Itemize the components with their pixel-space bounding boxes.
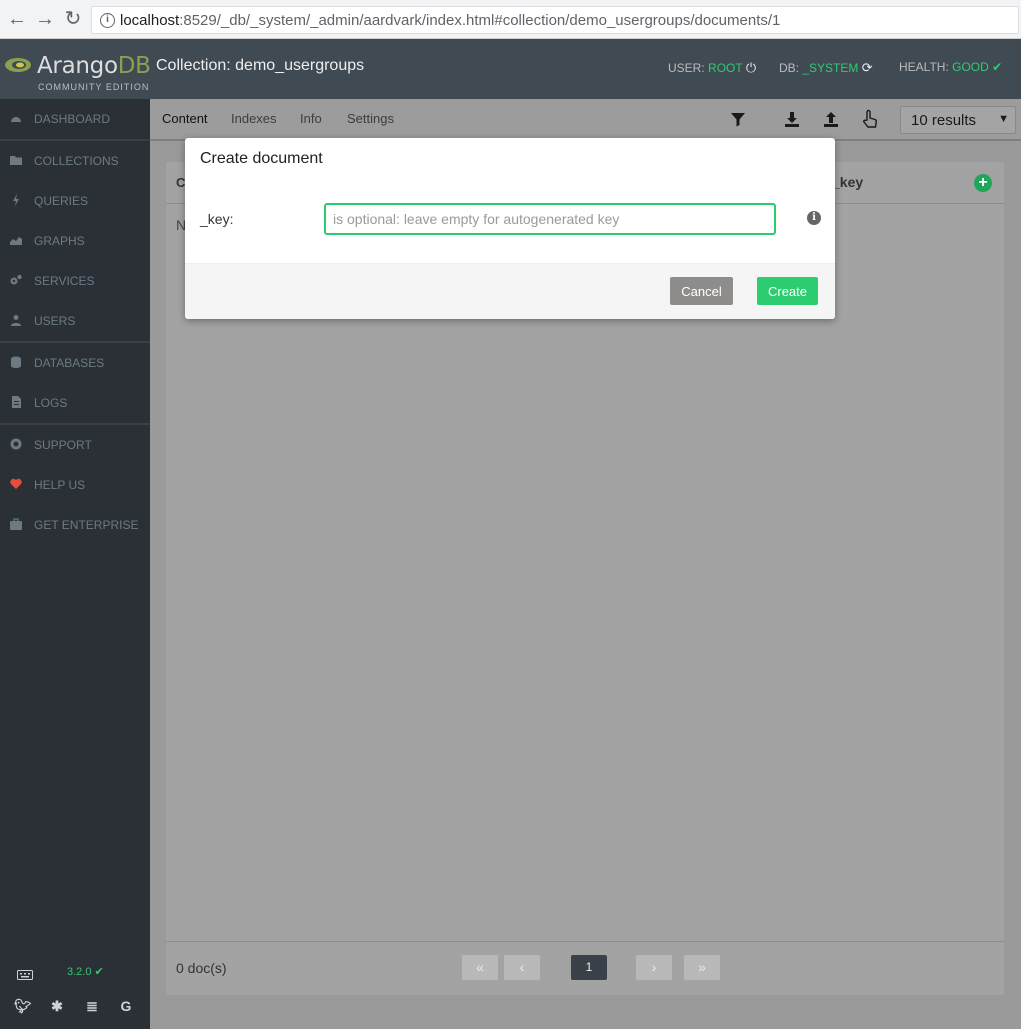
refresh-icon[interactable]: ⟳ (862, 60, 873, 75)
app-header: ArangoDB COMMUNITY EDITION Collection: d… (0, 39, 1021, 99)
cancel-button[interactable]: Cancel (670, 277, 733, 305)
key-label: _key: (200, 211, 234, 227)
address-bar[interactable]: i localhost:8529/_db/_system/_admin/aard… (91, 6, 1019, 34)
google-groups-icon[interactable]: G (118, 998, 134, 1014)
dashboard-icon (11, 117, 21, 122)
power-icon[interactable]: ⏻ (746, 60, 756, 75)
lifebuoy-icon (10, 438, 22, 450)
bolt-icon (13, 194, 19, 206)
check-circle-icon: ✔ (992, 60, 1003, 74)
sidebar-item-dashboard[interactable]: DASHBOARD (0, 99, 150, 139)
modal-title: Create document (200, 150, 323, 167)
health-status: HEALTH: GOOD ✔ (899, 60, 1003, 74)
sidebar: DASHBOARD COLLECTIONS QUERIES GRAPHS SER… (0, 99, 150, 1029)
hand-pointer-icon[interactable] (859, 108, 881, 130)
results-per-page-select[interactable]: 10 results ▼ (900, 106, 1016, 134)
cogs-icon (10, 274, 22, 285)
sidebar-item-help-us[interactable]: HELP US (0, 465, 150, 505)
tab-content[interactable]: Content (162, 111, 208, 126)
prev-page-button[interactable]: ‹ (504, 955, 540, 980)
twitter-icon[interactable]: 🐦︎ (14, 998, 32, 1014)
last-page-button[interactable]: » (684, 955, 720, 980)
logo-text: ArangoDB (37, 53, 151, 79)
key-input[interactable] (324, 203, 776, 235)
version-badge: 3.2.0 ✔ (67, 966, 104, 978)
collection-subnav: Content Indexes Info Settings 10 results… (150, 99, 1021, 141)
filter-icon[interactable] (727, 108, 749, 130)
database-icon (11, 356, 21, 368)
column-header: C (176, 175, 186, 190)
avocado-icon (5, 58, 31, 72)
logo-subtitle: COMMUNITY EDITION (38, 82, 150, 92)
check-circle-icon: ✔ (94, 966, 104, 978)
create-document-modal: Create document _key: i Cancel Create (185, 138, 835, 319)
next-page-button[interactable]: › (636, 955, 672, 980)
sidebar-item-queries[interactable]: QUERIES (0, 181, 150, 221)
db-status[interactable]: DB: _SYSTEM ⟳ (779, 60, 873, 76)
user-status[interactable]: USER: ROOT ⏻ (668, 60, 756, 76)
sidebar-item-services[interactable]: SERVICES (0, 261, 150, 301)
forward-arrow-icon[interactable]: → (34, 8, 56, 30)
tab-indexes[interactable]: Indexes (231, 111, 277, 126)
sidebar-item-support[interactable]: SUPPORT (0, 425, 150, 465)
keyboard-icon[interactable] (17, 969, 33, 981)
caret-down-icon: ▼ (998, 113, 1009, 125)
back-arrow-icon[interactable]: ← (6, 8, 28, 30)
heart-icon (10, 478, 22, 489)
sidebar-item-logs[interactable]: LOGS (0, 383, 150, 423)
briefcase-icon (10, 518, 22, 530)
site-info-icon[interactable]: i (100, 13, 115, 28)
tab-info[interactable]: Info (300, 111, 322, 126)
folder-icon (10, 156, 22, 165)
download-icon[interactable] (781, 108, 803, 130)
sidebar-item-get-enterprise[interactable]: GET ENTERPRISE (0, 505, 150, 545)
add-document-icon[interactable]: + (974, 174, 992, 192)
reload-icon[interactable]: ↻ (62, 8, 84, 30)
users-icon (11, 315, 21, 326)
sidebar-item-databases[interactable]: DATABASES (0, 343, 150, 383)
slack-icon[interactable]: ✱ (49, 998, 65, 1014)
doc-count: 0 doc(s) (176, 960, 227, 976)
table-footer: 0 doc(s) « ‹ 1 › » (166, 941, 1004, 995)
stackoverflow-icon[interactable]: ≣ (84, 998, 100, 1014)
upload-icon[interactable] (820, 108, 842, 130)
page-title: Collection: demo_usergroups (156, 57, 365, 74)
current-page-button[interactable]: 1 (571, 955, 607, 980)
sidebar-item-collections[interactable]: COLLECTIONS (0, 141, 150, 181)
create-button[interactable]: Create (757, 277, 818, 305)
file-icon (12, 396, 21, 408)
modal-footer: Cancel Create (185, 263, 835, 319)
info-icon[interactable]: i (807, 211, 821, 225)
area-chart-icon (10, 237, 22, 245)
first-page-button[interactable]: « (462, 955, 498, 980)
sidebar-item-graphs[interactable]: GRAPHS (0, 221, 150, 261)
column-header-key: _key (832, 174, 864, 190)
url-text[interactable]: localhost:8529/_db/_system/_admin/aardva… (120, 12, 780, 29)
sidebar-item-users[interactable]: USERS (0, 301, 150, 341)
browser-toolbar: ← → ↻ i localhost:8529/_db/_system/_admi… (0, 0, 1021, 39)
tab-settings[interactable]: Settings (347, 111, 394, 126)
